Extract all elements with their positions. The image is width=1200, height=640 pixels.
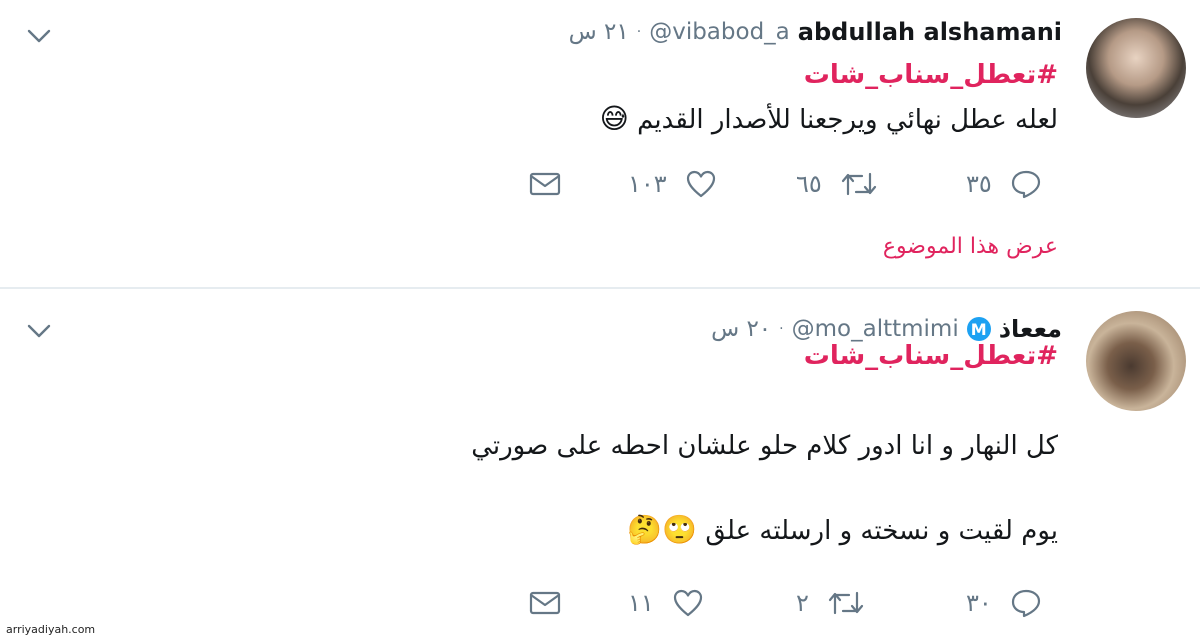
tweet-actions: ٣٠ ٢ ١١ bbox=[0, 583, 1200, 623]
like-icon bbox=[686, 170, 715, 198]
emoji: 😅 bbox=[599, 102, 629, 135]
reply-icon bbox=[1011, 589, 1040, 618]
tweet-time[interactable]: ٢٠ س bbox=[711, 316, 771, 342]
user-name[interactable]: abdullah alshamani bbox=[798, 18, 1062, 46]
retweet-count: ٦٥ bbox=[796, 170, 822, 198]
retweet-icon bbox=[828, 591, 863, 615]
direct-message-icon bbox=[529, 172, 561, 196]
show-thread-link[interactable]: عرض هذا الموضوع bbox=[883, 234, 1058, 259]
separator-dot: · bbox=[636, 24, 642, 40]
tweet-text-line: كل النهار و انا ادور كلام حلو علشان احطه… bbox=[471, 431, 1058, 461]
reply-count: ٣٠ bbox=[966, 589, 992, 617]
retweet-button[interactable]: ٢ bbox=[796, 583, 865, 623]
retweet-button[interactable]: ٦٥ bbox=[796, 164, 878, 204]
tweet-text: لعله عطل نهائي ويرجعنا للأصدار القديم 😅 bbox=[600, 102, 1058, 135]
direct-message-button[interactable] bbox=[528, 164, 562, 204]
watermark: arriyadiyah.com bbox=[6, 623, 96, 636]
hashtag-link[interactable]: #تعطل_سناب_شات bbox=[804, 60, 1058, 90]
retweet-count: ٢ bbox=[796, 589, 809, 617]
tweet[interactable]: ٢٠ س · @mo_alttmimi M مععاذ #تعطل_سناب_ش… bbox=[0, 289, 1200, 640]
tweet-time[interactable]: ٢١ س bbox=[569, 19, 629, 45]
avatar[interactable] bbox=[1086, 18, 1186, 118]
user-handle[interactable]: @vibabod_a bbox=[649, 19, 790, 45]
hashtag-link[interactable]: #تعطل_سناب_شات bbox=[804, 341, 1058, 371]
reply-button[interactable]: ٣٥ bbox=[966, 164, 1042, 204]
direct-message-button[interactable] bbox=[528, 583, 562, 623]
avatar[interactable] bbox=[1086, 311, 1186, 411]
chevron-down-icon[interactable] bbox=[26, 323, 52, 339]
tweet-text-content: يوم لقيت و نسخته و ارسلته علق bbox=[705, 516, 1058, 546]
emoji: 🙄🤔 bbox=[627, 513, 698, 546]
tweet-header: ٢١ س · @vibabod_a abdullah alshamani bbox=[569, 18, 1062, 46]
tweet-text-content: لعله عطل نهائي ويرجعنا للأصدار القديم bbox=[637, 105, 1058, 135]
separator-dot: · bbox=[779, 321, 784, 337]
tweet-text-line: يوم لقيت و نسخته و ارسلته علق 🙄🤔 bbox=[627, 513, 1058, 546]
reply-button[interactable]: ٣٠ bbox=[966, 583, 1042, 623]
like-button[interactable]: ١٠٣ bbox=[628, 164, 717, 204]
direct-message-icon bbox=[529, 591, 561, 615]
tweet-header: ٢٠ س · @mo_alttmimi M مععاذ bbox=[711, 315, 1062, 343]
reply-icon bbox=[1011, 170, 1040, 199]
user-name[interactable]: مععاذ bbox=[999, 315, 1062, 343]
tweet-actions: ٣٥ ٦٥ ١٠٣ bbox=[0, 164, 1200, 204]
chevron-down-icon[interactable] bbox=[26, 28, 52, 44]
like-icon bbox=[673, 589, 702, 617]
retweet-icon bbox=[841, 172, 876, 196]
reply-count: ٣٥ bbox=[966, 170, 992, 198]
tweet[interactable]: ٢١ س · @vibabod_a abdullah alshamani #تع… bbox=[0, 0, 1200, 288]
like-count: ١٠٣ bbox=[628, 170, 667, 198]
verified-icon: M bbox=[966, 317, 991, 341]
like-count: ١١ bbox=[628, 589, 654, 617]
user-handle[interactable]: @mo_alttmimi bbox=[792, 316, 959, 342]
like-button[interactable]: ١١ bbox=[628, 583, 704, 623]
